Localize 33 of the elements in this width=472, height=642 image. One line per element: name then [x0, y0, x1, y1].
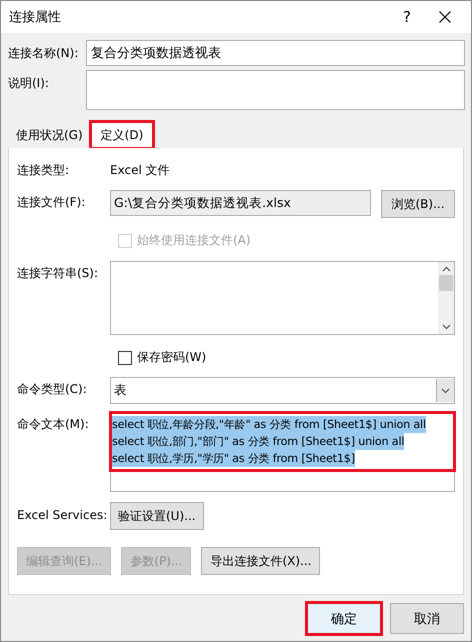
window-title: 连接属性 — [9, 9, 62, 26]
connection-string-field[interactable] — [110, 261, 455, 335]
scrollbar[interactable] — [438, 262, 454, 334]
scroll-down-icon[interactable] — [442, 324, 450, 330]
tab[interactable]: 定义(D) — [90, 122, 154, 148]
file-path-field[interactable]: G:\复合分类项数据透视表.xlsx — [110, 190, 371, 216]
browse-button[interactable]: 浏览(B)... — [381, 190, 455, 218]
field-label: 命令类型(C): — [17, 381, 88, 398]
scrollbar-thumb[interactable] — [439, 275, 453, 291]
checkbox-label: 始终使用连接文件(A) — [137, 232, 251, 249]
field-label: 连接文件(F): — [17, 194, 86, 211]
field-label: 连接名称(N): — [8, 45, 80, 62]
chevron-down-icon — [441, 388, 450, 394]
connection-type-value: Excel 文件 — [110, 162, 170, 179]
command-text-field[interactable]: select 职位,年龄分段,"年龄" as 分类 from [Sheet1$] union all select 职位,部门,"部门" as 分类 from [Sheet1$] union all select 职位,学历,"学历" as 分类 from [Sheet1$] — [110, 412, 455, 492]
dialog-button[interactable]: 取消 — [390, 603, 464, 634]
field-label: 说明(I): — [8, 75, 50, 92]
help-button[interactable]: ? — [385, 8, 429, 26]
tab[interactable]: 使用状况(G) — [8, 123, 91, 148]
checkbox[interactable] — [118, 350, 132, 364]
field-label: 连接类型: — [17, 162, 70, 179]
name-field[interactable]: 复合分类项数据透视表 — [86, 40, 465, 66]
dialog-button[interactable]: 确定 — [307, 603, 381, 634]
close-icon[interactable] — [439, 11, 451, 23]
verify-settings-button[interactable]: 验证设置(U)... — [110, 502, 204, 530]
checkbox-label: 保存密码(W) — [137, 349, 206, 366]
field-label: Excel Services: — [17, 507, 108, 522]
field-label: 命令文本(M): — [17, 416, 90, 433]
scroll-up-icon[interactable] — [442, 266, 450, 272]
action-button[interactable]: 导出连接文件(X)... — [201, 547, 320, 575]
description-field[interactable] — [86, 70, 465, 110]
command-type-dropdown[interactable]: 表 — [110, 377, 455, 404]
field-label: 连接字符串(S): — [17, 265, 100, 282]
